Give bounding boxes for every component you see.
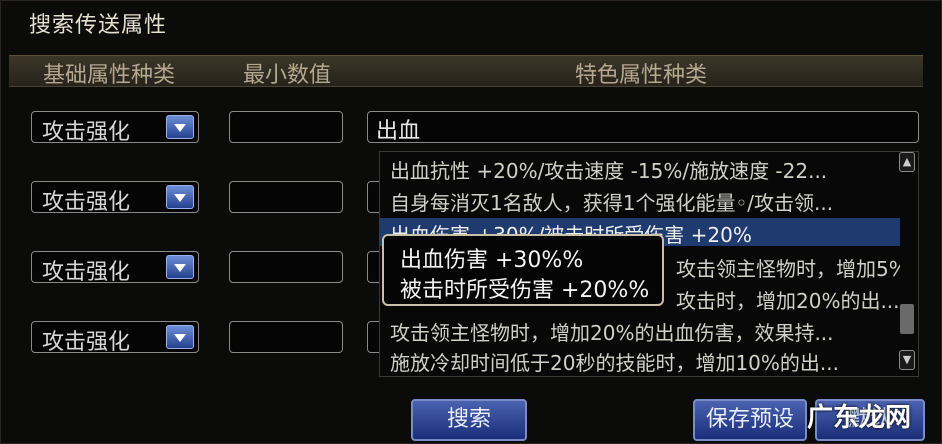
basic-attribute-select-label: 攻击强化: [42, 190, 131, 215]
min-value-input-2[interactable]: [229, 181, 343, 213]
tooltip-line-2: 被击时所受伤害 +20%%: [400, 278, 650, 303]
special-attribute-input-1[interactable]: 出血: [367, 111, 919, 144]
dropdown-arrow-icon[interactable]: [166, 185, 194, 209]
min-value-input-3[interactable]: [229, 251, 343, 283]
basic-attribute-select-3[interactable]: 攻击强化: [31, 251, 199, 285]
chevron-up-icon[interactable]: ▲: [899, 152, 915, 172]
dropdown-option-label: 攻击时，增加20%的出...: [676, 289, 900, 312]
dropdown-option[interactable]: 攻击领主怪物时，增加20%的出血伤害，效果持...: [380, 316, 900, 344]
dropdown-option[interactable]: 出血抗性 +20%/攻击速度 -15%/施放速度 -22...: [380, 154, 900, 182]
dropdown-option-label: 攻击领主怪物时，增加5%的出血伤害。: [676, 257, 900, 280]
dropdown-arrow-icon[interactable]: [166, 255, 194, 279]
search-transfer-attributes-window: 搜索传送属性 基础属性种类 最小数值 特色属性种类 攻击强化 出血 攻击强化 攻…: [0, 0, 942, 444]
dropdown-option-label: 攻击领主怪物时，增加20%的出血伤害，效果持...: [390, 321, 834, 344]
search-button[interactable]: 搜索: [411, 399, 527, 441]
dropdown-option-label: 出血抗性 +20%/攻击速度 -15%/施放速度 -22...: [390, 159, 828, 182]
dropdown-option-label: 施放冷却时间低于20秒的技能时，增加10%的出...: [390, 351, 839, 374]
chevron-down-icon[interactable]: ▼: [899, 350, 915, 370]
basic-attribute-select-2[interactable]: 攻击强化: [31, 181, 199, 215]
basic-attribute-select-label: 攻击强化: [42, 330, 131, 355]
header-basic-attribute-type: 基础属性种类: [43, 63, 176, 88]
min-value-input-1[interactable]: [229, 111, 343, 143]
dropdown-scrollbar[interactable]: ▲ ▼: [898, 152, 916, 376]
basic-attribute-select-1[interactable]: 攻击强化: [31, 111, 199, 145]
header-min-value: 最小数值: [243, 63, 332, 88]
special-attribute-value: 出血: [376, 119, 421, 144]
column-header-bar: 基础属性种类 最小数值 特色属性种类: [9, 55, 923, 88]
attribute-tooltip: 出血伤害 +30%% 被击时所受伤害 +20%%: [382, 234, 664, 306]
window-title: 搜索传送属性: [29, 13, 168, 38]
dropdown-option-label: 自身每消灭1名敌人，获得1个强化能量◦/攻击领...: [390, 191, 834, 214]
dropdown-option[interactable]: 施放冷却时间低于20秒的技能时，增加10%的出...: [380, 346, 900, 374]
dropdown-option[interactable]: 自身每消灭1名敌人，获得1个强化能量◦/攻击领...: [380, 186, 900, 214]
scrollbar-thumb[interactable]: [900, 304, 914, 334]
basic-attribute-select-label: 攻击强化: [42, 260, 131, 285]
dropdown-arrow-icon[interactable]: [166, 325, 194, 349]
tooltip-line-1: 出血伤害 +30%%: [400, 248, 584, 273]
save-preset-button[interactable]: 保存预设: [693, 399, 807, 441]
basic-attribute-select-label: 攻击强化: [42, 120, 131, 145]
dropdown-arrow-icon[interactable]: [166, 115, 194, 139]
basic-attribute-select-4[interactable]: 攻击强化: [31, 321, 199, 355]
watermark-text: 广东龙网: [807, 403, 912, 433]
min-value-input-4[interactable]: [229, 321, 343, 353]
header-special-attribute-type: 特色属性种类: [575, 63, 708, 88]
